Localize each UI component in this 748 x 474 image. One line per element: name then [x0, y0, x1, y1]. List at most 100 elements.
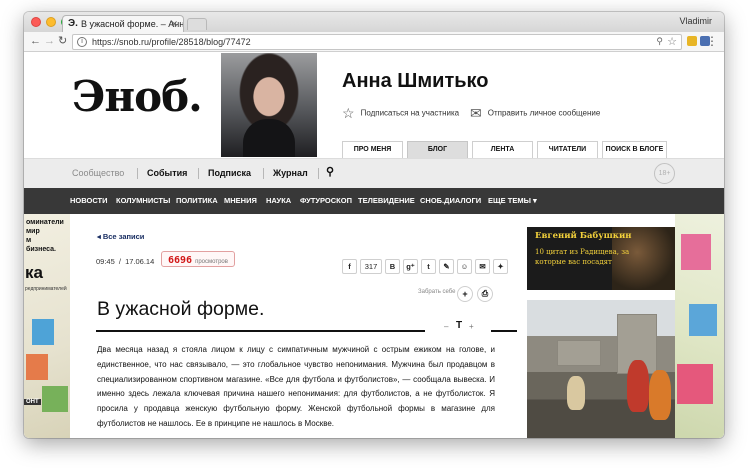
new-tab-button[interactable]	[187, 18, 207, 30]
mail-share-button[interactable]: ✉	[475, 259, 490, 274]
nav-futuroscope[interactable]: ФУТУРОСКОП	[300, 196, 352, 205]
close-tab-icon[interactable]: ✕	[170, 16, 178, 32]
promo-author: Евгений Бабушкин	[535, 231, 632, 241]
subscribe-link[interactable]: ☆ Подписаться на участника	[342, 105, 459, 122]
envelope-icon: ✉	[470, 105, 482, 121]
photo-building	[557, 340, 601, 366]
photo-child	[567, 376, 585, 410]
google-plus-share-button[interactable]: g⁺	[403, 259, 418, 274]
ad-building-illustration	[689, 304, 717, 336]
font-increase-icon[interactable]: +	[469, 322, 474, 331]
left-ad-banner[interactable]: оминатели мир м бизнеса. ка редпринимате…	[24, 214, 70, 438]
reload-icon[interactable]: ↻	[58, 35, 67, 48]
browser-toolbar: ← → ↻ i https://snob.ru/profile/28518/bl…	[24, 32, 724, 52]
info-icon[interactable]: i	[77, 37, 87, 47]
nav-science[interactable]: НАУКА	[266, 196, 291, 205]
livejournal-bird-share-button[interactable]: ✦	[493, 259, 508, 274]
title-bar: Э. В ужасной форме. – Анна Ш ✕ Vladimir	[24, 12, 724, 33]
views-count: 6696	[168, 255, 193, 266]
print-icon[interactable]: ⎙	[477, 286, 493, 302]
message-link[interactable]: ✉ Отправить личное сообщение	[470, 105, 600, 122]
nav-subscription[interactable]: Подписка	[208, 168, 251, 178]
vk-share-button[interactable]: В	[385, 259, 400, 274]
zoom-icon[interactable]: ⚲	[656, 36, 663, 47]
nav-events[interactable]: События	[147, 168, 187, 178]
browser-tab[interactable]: Э. В ужасной форме. – Анна Ш ✕	[62, 15, 184, 33]
back-arrow-icon[interactable]: ←	[30, 35, 41, 48]
nav-politics[interactable]: ПОЛИТИКА	[176, 196, 218, 205]
tab-blog[interactable]: БЛОГ	[407, 141, 468, 158]
left-ad-title: ка	[25, 263, 43, 282]
tab-feed[interactable]: ЛЕНТА	[472, 141, 533, 158]
add-icon[interactable]: +	[457, 286, 473, 302]
ad-building-illustration	[681, 234, 711, 270]
nav-columnists[interactable]: КОЛУМНИСТЫ	[116, 196, 170, 205]
twitter-share-button[interactable]: t	[421, 259, 436, 274]
address-bar[interactable]: i https://snob.ru/profile/28518/blog/774…	[72, 34, 682, 50]
photo-child	[627, 360, 649, 412]
nav-magazine[interactable]: Журнал	[273, 168, 308, 178]
facebook-share-button[interactable]: f	[342, 259, 357, 274]
snob-favicon-icon: Э.	[68, 18, 78, 29]
forward-arrow-icon[interactable]: →	[44, 35, 55, 48]
title-rule	[96, 330, 425, 332]
article-title: В ужасной форме.	[97, 298, 265, 320]
nav-separator	[137, 168, 138, 179]
left-ad-text: оминатели мир м бизнеса.	[26, 219, 64, 253]
nav-news[interactable]: НОВОСТИ	[70, 196, 108, 205]
odnoklassniki-share-button[interactable]: ☺	[457, 259, 472, 274]
nav-separator	[318, 168, 319, 179]
share-count: 317	[360, 259, 382, 274]
nav-separator	[263, 168, 264, 179]
profile-user-name[interactable]: Vladimir	[679, 16, 712, 26]
profile-name: Анна Шмитько	[342, 70, 489, 92]
article-body: Два месяца назад я стояла лицом к лицу с…	[97, 345, 495, 428]
article: ◂ Все записи 09:45 / 17.06.14 6696 просмо…	[72, 214, 517, 438]
tab-readers[interactable]: ЧИТАТЕЛИ	[537, 141, 598, 158]
nav-tv[interactable]: ТЕЛЕВИДЕНИЕ	[358, 196, 415, 205]
tab-blog-search[interactable]: ПОИСК В БЛОГЕ	[602, 141, 667, 158]
nav-community[interactable]: Сообщество	[72, 168, 124, 178]
close-window-button[interactable]	[31, 17, 41, 27]
search-icon[interactable]: ⚲	[326, 165, 334, 178]
menu-icon[interactable]: ⋮	[706, 34, 718, 48]
bookmark-star-icon[interactable]: ☆	[667, 35, 677, 48]
minimize-window-button[interactable]	[46, 17, 56, 27]
post-date: 17.06.14	[125, 257, 155, 266]
views-counter: 6696 просмотров	[161, 251, 235, 267]
extension-icon[interactable]	[687, 36, 697, 46]
right-ad-banner[interactable]	[675, 214, 724, 438]
browser-window: Э. В ужасной форме. – Анна Ш ✕ Vladimir …	[24, 12, 724, 438]
all-posts-link[interactable]: ◂ Все записи	[97, 232, 144, 241]
site-logo[interactable]: Эноб.	[72, 72, 203, 121]
font-decrease-icon[interactable]: –	[444, 322, 448, 331]
ad-building-illustration	[677, 364, 713, 404]
tab-about[interactable]: ПРО МЕНЯ	[342, 141, 403, 158]
promo-card[interactable]: Евгений Бабушкин 10 цитат из Радищева, з…	[527, 227, 675, 290]
web-page: Эноб. Анна Шмитько ☆ Подписаться на участ…	[24, 53, 724, 438]
subscribe-label: Подписаться на участника	[360, 108, 460, 118]
section-nav: НОВОСТИ КОЛУМНИСТЫ ПОЛИТИКА МНЕНИЯ НАУКА…	[24, 188, 724, 214]
left-ad-subtitle: редпринимателей	[25, 286, 67, 292]
nav-more-topics[interactable]: ЕЩЕ ТЕМЫ ▾	[488, 196, 537, 205]
ad-sign: ОНТ	[24, 399, 41, 405]
ad-building-illustration	[26, 354, 48, 380]
ad-building-illustration	[32, 319, 54, 345]
side-photo[interactable]	[527, 300, 675, 438]
font-size-icon[interactable]: T	[456, 320, 462, 331]
tab-title: В ужасной форме. – Анна Ш	[81, 19, 184, 29]
photo-child	[649, 370, 671, 420]
nav-separator	[198, 168, 199, 179]
star-icon: ☆	[342, 105, 355, 121]
promo-headline: 10 цитат из Радищева, за которые вас пос…	[535, 248, 630, 266]
nav-opinions[interactable]: МНЕНИЯ	[224, 196, 257, 205]
title-rule-right	[491, 330, 517, 332]
age-rating-badge: 18+	[654, 163, 675, 184]
top-nav: Сообщество События Подписка Журнал ⚲ 18+	[24, 158, 724, 188]
ad-building-illustration	[42, 386, 68, 412]
nav-snob-dialogues[interactable]: СНОБ.ДИАЛОГИ	[420, 196, 481, 205]
url-text[interactable]: https://snob.ru/profile/28518/blog/77472	[92, 37, 251, 47]
views-label: просмотров	[195, 259, 228, 265]
post-time: 09:45	[96, 257, 115, 266]
livejournal-share-button[interactable]: ✎	[439, 259, 454, 274]
